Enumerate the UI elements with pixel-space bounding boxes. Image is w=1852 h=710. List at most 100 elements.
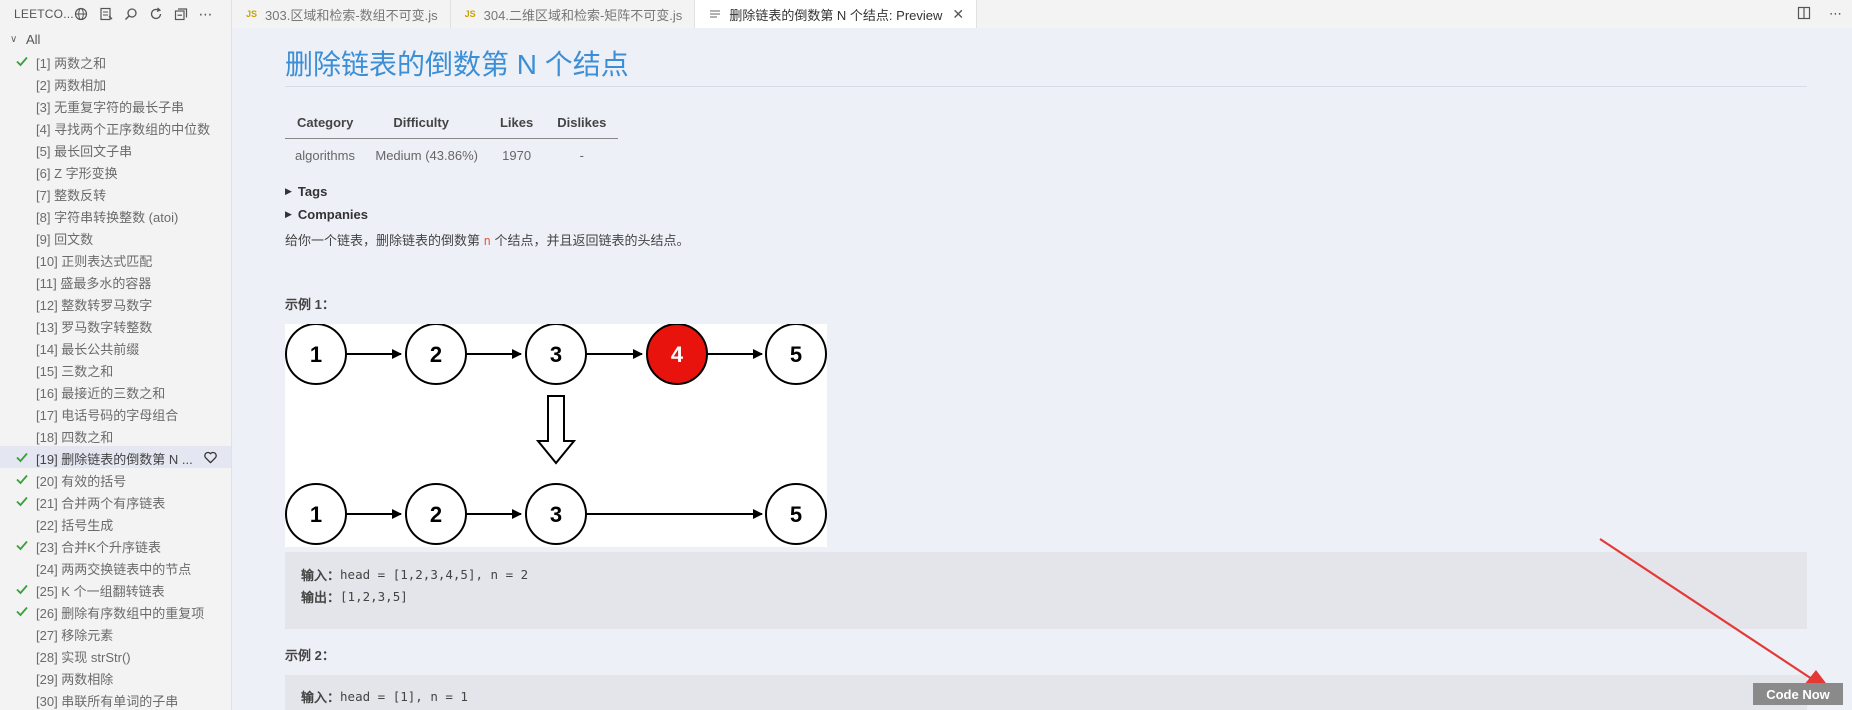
- problem-label: [23] 合并K个升序链表: [36, 540, 161, 555]
- example-1-codeblock: 输入： head = [1,2,3,4,5], n = 2 输出： [1,2,3,5…: [285, 552, 1807, 629]
- problem-label: [17] 电话号码的字母组合: [36, 408, 179, 423]
- problem-label: [19] 删除链表的倒数第 N ...: [36, 452, 193, 467]
- problem-list-item[interactable]: [15] 三数之和: [0, 358, 231, 380]
- example-2-codeblock: 输入： head = [1], n = 1: [285, 675, 1807, 710]
- problem-list-item[interactable]: [8] 字符串转换整数 (atoi): [0, 204, 231, 226]
- list-node: 5: [765, 483, 827, 545]
- example-1-title: 示例 1：: [285, 297, 335, 312]
- likes-cell: 1970: [502, 147, 532, 163]
- problem-list-item[interactable]: [21] 合并两个有序链表: [0, 490, 231, 512]
- code-now-button[interactable]: Code Now: [1753, 683, 1843, 705]
- problem-label: [26] 删除有序数组中的重复项: [36, 606, 205, 621]
- problem-list-item[interactable]: [27] 移除元素: [0, 622, 231, 644]
- input-key: 输入：: [301, 567, 341, 583]
- sidebar-header: LEETCO... ⋯: [0, 0, 231, 28]
- problem-list-item[interactable]: [6] Z 字形变换: [0, 160, 231, 182]
- node-label: 5: [790, 502, 802, 527]
- problem-label: [13] 罗马数字转整数: [36, 320, 153, 335]
- tab-303-js[interactable]: JS 303.区域和检索-数组不可变.js: [232, 0, 451, 28]
- problem-list-item[interactable]: [23] 合并K个升序链表: [0, 534, 231, 556]
- tags-disclosure[interactable]: ▶ Tags: [285, 184, 327, 199]
- bottom-list: 1 2 3 5: [285, 483, 827, 545]
- problem-list-item[interactable]: [18] 四数之和: [0, 424, 231, 446]
- problem-label: [7] 整数反转: [36, 188, 107, 203]
- problem-list-item[interactable]: [1] 两数之和: [0, 50, 231, 72]
- table-header: Category: [285, 108, 366, 139]
- problem-list-item[interactable]: [20] 有效的括号: [0, 468, 231, 490]
- problem-label: [30] 串联所有单词的子串: [36, 694, 179, 709]
- problem-list-item[interactable]: [26] 删除有序数组中的重复项: [0, 600, 231, 622]
- problem-list-item[interactable]: [3] 无重复字符的最长子串: [0, 94, 231, 116]
- explorer-sidebar: LEETCO... ⋯ ∨ All [1] 两数之和 [2] 两数相加 [3] 无重…: [0, 0, 232, 710]
- problem-list-item[interactable]: [2] 两数相加: [0, 72, 231, 94]
- check-icon: [16, 496, 28, 507]
- table-header: Likes: [487, 108, 546, 139]
- globe-icon[interactable]: [68, 0, 93, 28]
- problem-label: [29] 两数相除: [36, 672, 114, 687]
- list-node: 2: [405, 323, 467, 385]
- check-icon: [16, 540, 28, 551]
- problem-list-item[interactable]: [28] 实现 strStr(): [0, 644, 231, 666]
- desc-text-before: 给你一个链表，删除链表的倒数第: [285, 233, 484, 248]
- node-label: 1: [310, 502, 322, 527]
- problem-list-item[interactable]: [5] 最长回文子串: [0, 138, 231, 160]
- tree-root-all[interactable]: ∨ All: [0, 28, 231, 50]
- problem-list-item[interactable]: [30] 串联所有单词的子串: [0, 688, 231, 710]
- problem-list-item[interactable]: [17] 电话号码的字母组合: [0, 402, 231, 424]
- check-icon: [16, 452, 28, 463]
- top-list: 1 2 3 4 5: [285, 323, 827, 385]
- more-actions-icon[interactable]: ⋯: [1829, 6, 1842, 22]
- refresh-icon[interactable]: [143, 0, 168, 28]
- triangle-right-icon: ▶: [285, 209, 292, 219]
- companies-disclosure[interactable]: ▶ Companies: [285, 207, 368, 222]
- problem-label: [11] 盛最多水的容器: [36, 276, 152, 291]
- problem-list-item[interactable]: [19] 删除链表的倒数第 N ...: [0, 446, 231, 468]
- node-label: 5: [790, 342, 802, 367]
- problem-label: [15] 三数之和: [36, 364, 114, 379]
- problem-list-item[interactable]: [9] 回文数: [0, 226, 231, 248]
- problem-list-item[interactable]: [7] 整数反转: [0, 182, 231, 204]
- problem-list-item[interactable]: [22] 括号生成: [0, 512, 231, 534]
- problem-description: 给你一个链表，删除链表的倒数第 n 个结点，并且返回链表的头结点。: [285, 230, 689, 249]
- close-icon[interactable]: ✕: [952, 6, 964, 23]
- editor-actions: ⋯: [1797, 0, 1852, 28]
- problem-list-item[interactable]: [11] 盛最多水的容器: [0, 270, 231, 292]
- heart-icon[interactable]: [203, 450, 218, 465]
- code-line: 输入： head = [1,2,3,4,5], n = 2: [301, 563, 1807, 585]
- search-icon[interactable]: [118, 0, 143, 28]
- tab-label: 删除链表的倒数第 N 个结点: Preview: [729, 7, 943, 23]
- problem-list-item[interactable]: [10] 正则表达式匹配: [0, 248, 231, 270]
- problem-list-item[interactable]: [13] 罗马数字转整数: [0, 314, 231, 336]
- split-editor-icon[interactable]: [1797, 6, 1811, 23]
- tab-problem-preview[interactable]: 删除链表的倒数第 N 个结点: Preview ✕: [695, 0, 978, 28]
- problem-list-item[interactable]: [25] K 个一组翻转链表: [0, 578, 231, 600]
- problem-list-item[interactable]: [4] 寻找两个正序数组的中位数: [0, 116, 231, 138]
- problem-label: [14] 最长公共前缀: [36, 342, 140, 357]
- list-node: 3: [525, 323, 587, 385]
- problem-list-item[interactable]: [12] 整数转罗马数字: [0, 292, 231, 314]
- problem-label: [22] 括号生成: [36, 518, 114, 533]
- check-icon: [16, 584, 28, 595]
- problem-list-item[interactable]: [24] 两两交换链表中的节点: [0, 556, 231, 578]
- linked-list-diagram: 1 2 3 4 5 1 2 3 5: [285, 323, 827, 547]
- removed-node: 4: [646, 323, 708, 385]
- editor-tab-bar: JS 303.区域和检索-数组不可变.js JS 304.二维区域和检索-矩阵不…: [232, 0, 1852, 28]
- check-icon: [16, 474, 28, 485]
- tab-304-js[interactable]: JS 304.二维区域和检索-矩阵不可变.js: [451, 0, 696, 28]
- problem-list-item[interactable]: [16] 最接近的三数之和: [0, 380, 231, 402]
- problem-list-item[interactable]: [14] 最长公共前缀: [0, 336, 231, 358]
- table-header: Dislikes: [545, 108, 619, 139]
- problem-label: [24] 两两交换链表中的节点: [36, 562, 192, 577]
- page-title: 删除链表的倒数第 N 个结点: [285, 49, 629, 80]
- pick-problem-icon[interactable]: [93, 0, 118, 28]
- problem-label: [1] 两数之和: [36, 56, 107, 71]
- tab-label: 304.二维区域和检索-矩阵不可变.js: [483, 7, 683, 23]
- problem-list-item[interactable]: [29] 两数相除: [0, 666, 231, 688]
- collapse-all-icon[interactable]: [168, 0, 193, 28]
- list-node: 5: [765, 323, 827, 385]
- input-value: head = [1,2,3,4,5], n = 2: [340, 566, 529, 582]
- problem-label: [27] 移除元素: [36, 628, 114, 643]
- node-label: 1: [310, 342, 322, 367]
- more-actions-icon[interactable]: ⋯: [193, 0, 218, 28]
- tags-label: Tags: [297, 184, 328, 199]
